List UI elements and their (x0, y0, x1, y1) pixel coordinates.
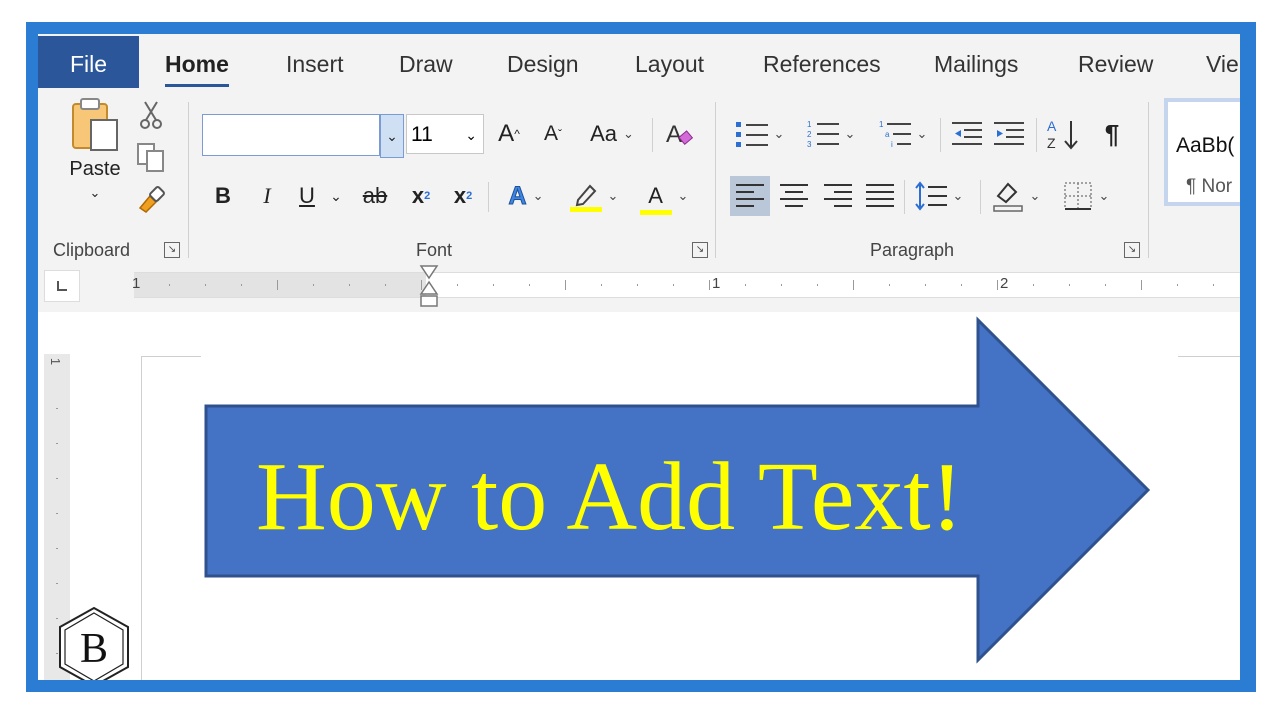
arrow-text[interactable]: How to Add Text! (256, 448, 963, 546)
right-arrow-shape[interactable] (38, 34, 1240, 680)
brand-logo: B (59, 606, 129, 680)
window-frame: File Home Insert Draw Design Layout Refe… (26, 22, 1256, 692)
logo-letter: B (80, 626, 108, 672)
word-window: File Home Insert Draw Design Layout Refe… (38, 34, 1240, 680)
